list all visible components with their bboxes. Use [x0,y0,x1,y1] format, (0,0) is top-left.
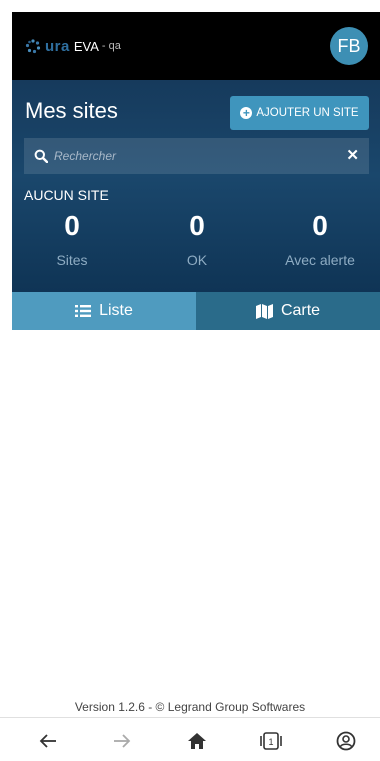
search-icon [34,149,48,163]
search-bar: ✕ [24,138,369,174]
list-icon [75,305,92,317]
status-strip [0,0,380,12]
forward-button[interactable] [108,728,136,754]
app-name: EVA [73,38,99,54]
stat-value: 0 [312,210,328,241]
stat-alert: 0 Avec alerte [260,210,380,268]
brand-mark-icon [25,39,41,54]
brand-word: ura [45,37,70,55]
stat-sites: 0 Sites [12,210,132,268]
tab-count: 1 [268,737,273,747]
version-footer: Version 1.2.6 - © Legrand Group Software… [74,700,306,714]
stat-label: Sites [56,252,88,268]
user-avatar[interactable]: FB [330,27,368,65]
map-icon [255,303,273,319]
tab-map-label: Carte [280,302,321,319]
stat-ok: 0 OK [137,210,257,268]
browser-nav-bar: 1 [0,717,380,761]
search-input[interactable] [54,141,344,171]
back-arrow-icon [39,734,56,748]
top-bar: ura EVA - qa FB [12,12,380,80]
clear-search-icon[interactable]: ✕ [346,147,359,165]
sites-summary-panel: Mes sites + AJOUTER UN SITE ✕ AUCUN SITE… [12,80,380,292]
account-icon [336,731,356,751]
empty-state-label: AUCUN SITE [24,187,109,203]
brand-logo: ura EVA - qa [24,36,121,56]
environment-label: - qa [101,40,121,52]
home-icon [188,733,206,749]
tab-list-label: Liste [99,302,133,319]
back-button[interactable] [34,728,62,754]
plus-circle-icon: + [240,107,253,119]
stat-label: OK [186,252,208,268]
stat-label: Avec alerte [285,252,355,268]
tab-list[interactable]: Liste [12,292,196,330]
sites-list-area [12,330,380,718]
add-site-label: AJOUTER UN SITE [256,107,359,119]
add-site-button[interactable]: + AJOUTER UN SITE [230,96,369,130]
forward-arrow-icon [114,734,131,748]
stat-value: 0 [189,210,205,241]
page-title: Mes sites [25,98,118,123]
view-tabs: Liste Carte [12,292,380,330]
stat-value: 0 [64,210,80,241]
tabs-button[interactable]: 1 [257,728,285,754]
home-button[interactable] [183,728,211,754]
tab-map[interactable]: Carte [196,292,380,330]
account-button[interactable] [332,728,360,754]
tabs-count-icon: 1 [260,732,282,750]
